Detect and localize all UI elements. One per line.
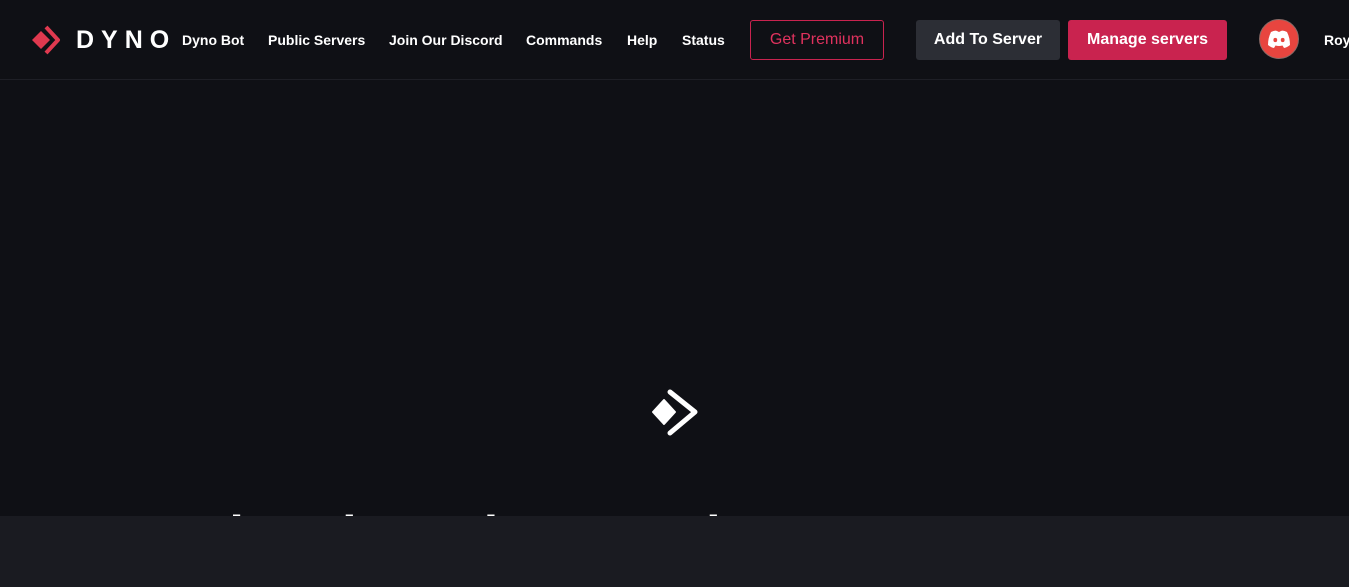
username[interactable]: Roy (1324, 32, 1349, 48)
discord-icon (1268, 30, 1290, 48)
avatar[interactable] (1259, 19, 1299, 59)
add-to-server-button[interactable]: Add To Server (916, 20, 1060, 60)
get-premium-button[interactable]: Get Premium (750, 20, 884, 60)
logo[interactable]: DYNO (30, 25, 176, 55)
brand-name: DYNO (76, 25, 177, 54)
nav-public-servers[interactable]: Public Servers (268, 32, 365, 48)
nav-join-discord[interactable]: Join Our Discord (389, 32, 503, 48)
nav-status[interactable]: Status (682, 32, 725, 48)
nav-commands[interactable]: Commands (526, 32, 602, 48)
dyno-logo-icon (32, 25, 60, 55)
nav-help[interactable]: Help (627, 32, 657, 48)
top-nav: DYNO Dyno Bot Public Servers Join Our Di… (0, 0, 1349, 80)
dyno-hero-icon (652, 389, 698, 436)
nav-dyno-bot[interactable]: Dyno Bot (182, 32, 244, 48)
bottom-panel (0, 516, 1349, 587)
manage-servers-button[interactable]: Manage servers (1068, 20, 1227, 60)
